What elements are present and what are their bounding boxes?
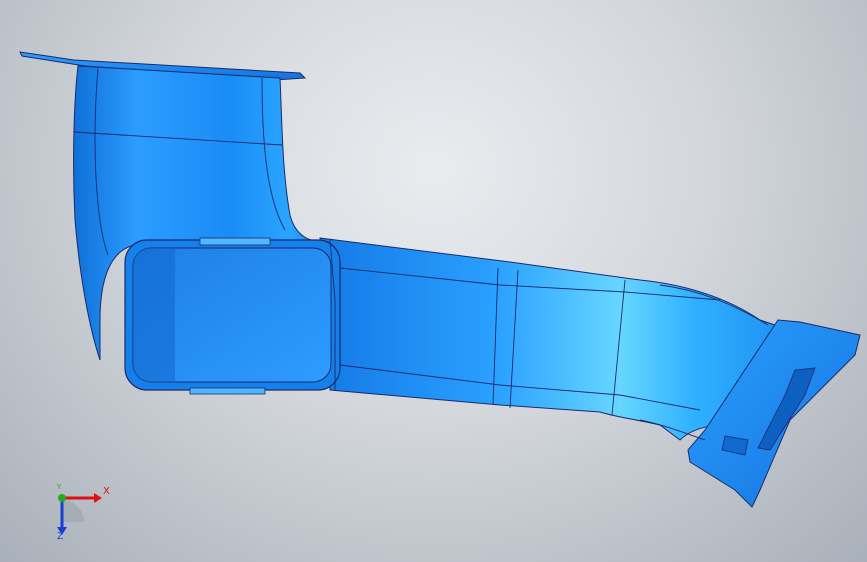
x-axis-label: X: [103, 486, 110, 497]
bottom-tab: [189, 387, 266, 395]
coordinate-triad: X Y Z: [40, 478, 120, 548]
top-tab: [199, 237, 271, 246]
duct-model[interactable]: [0, 0, 867, 562]
graphics-viewport[interactable]: X Y Z: [0, 0, 867, 562]
inlet-shading: [133, 248, 175, 382]
y-axis-label: Y: [57, 483, 62, 491]
z-axis-label: Z: [57, 532, 64, 542]
